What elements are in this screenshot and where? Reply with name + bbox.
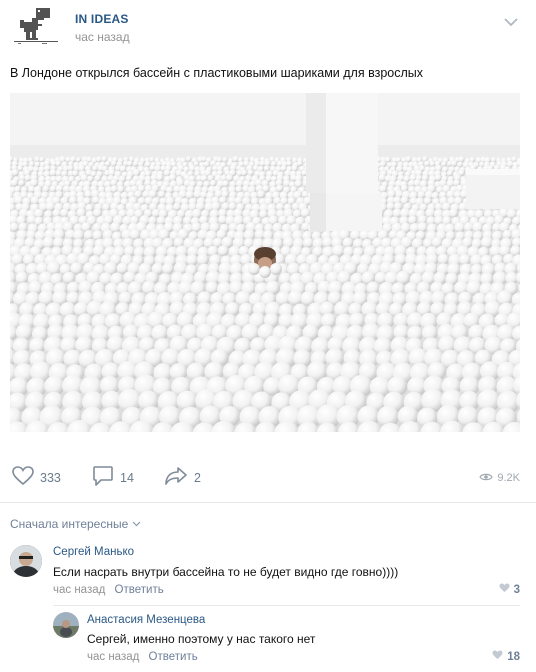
post-text: В Лондоне открылся бассейн с пластиковым…	[10, 66, 424, 80]
comment-like-button[interactable]: 3	[499, 583, 520, 596]
comments-sort-dropdown[interactable]: Сначала интересные	[10, 517, 141, 531]
group-name-link[interactable]: IN IDEAS	[75, 12, 129, 26]
eye-icon	[479, 469, 494, 487]
comment-bubble-icon	[92, 465, 114, 492]
post-actions-bar: 333 14 2 9.2K	[0, 460, 536, 496]
comment-text: Сергей, именно поэтому у нас такого нет	[87, 632, 316, 646]
comment-like-button[interactable]: 18	[492, 650, 520, 663]
comment-text: Если насрать внутри бассейна то не будет…	[53, 565, 399, 579]
post-photo[interactable]	[10, 93, 520, 432]
comment-author-link[interactable]: Сергей Манько	[53, 546, 134, 558]
comment-author-link[interactable]: Анастасия Мезенцева	[87, 614, 205, 626]
like-count: 333	[40, 471, 61, 485]
views-counter: 9.2K	[479, 460, 520, 496]
chevron-down-icon[interactable]	[504, 14, 518, 27]
dino-pixel-icon[interactable]	[14, 6, 58, 46]
section-divider	[0, 502, 536, 503]
post-header: IN IDEAS час назад	[0, 0, 536, 60]
avatar[interactable]	[53, 612, 79, 638]
heart-icon	[499, 583, 510, 596]
post-timestamp[interactable]: час назад	[75, 30, 130, 44]
comment-button[interactable]: 14	[92, 460, 134, 496]
comment-divider	[53, 605, 520, 606]
comment-count: 14	[120, 471, 134, 485]
comment-like-count: 3	[513, 583, 520, 596]
comment-meta: час назад Ответить	[53, 584, 164, 596]
comment-timestamp[interactable]: час назад	[87, 651, 139, 663]
avatar[interactable]	[10, 545, 42, 577]
share-button[interactable]: 2	[164, 460, 201, 496]
comment-timestamp[interactable]: час назад	[53, 584, 105, 596]
share-count: 2	[194, 471, 201, 485]
sort-label: Сначала интересные	[10, 517, 129, 531]
like-button[interactable]: 333	[12, 460, 61, 496]
heart-icon	[492, 650, 503, 663]
comment-meta: час назад Ответить	[87, 651, 198, 663]
comment-like-count: 18	[507, 650, 520, 663]
views-count: 9.2K	[497, 472, 520, 484]
chevron-down-icon	[132, 521, 141, 527]
heart-icon	[12, 465, 34, 491]
reply-button[interactable]: Ответить	[149, 651, 198, 663]
reply-button[interactable]: Ответить	[115, 584, 164, 596]
share-arrow-icon	[164, 466, 188, 491]
